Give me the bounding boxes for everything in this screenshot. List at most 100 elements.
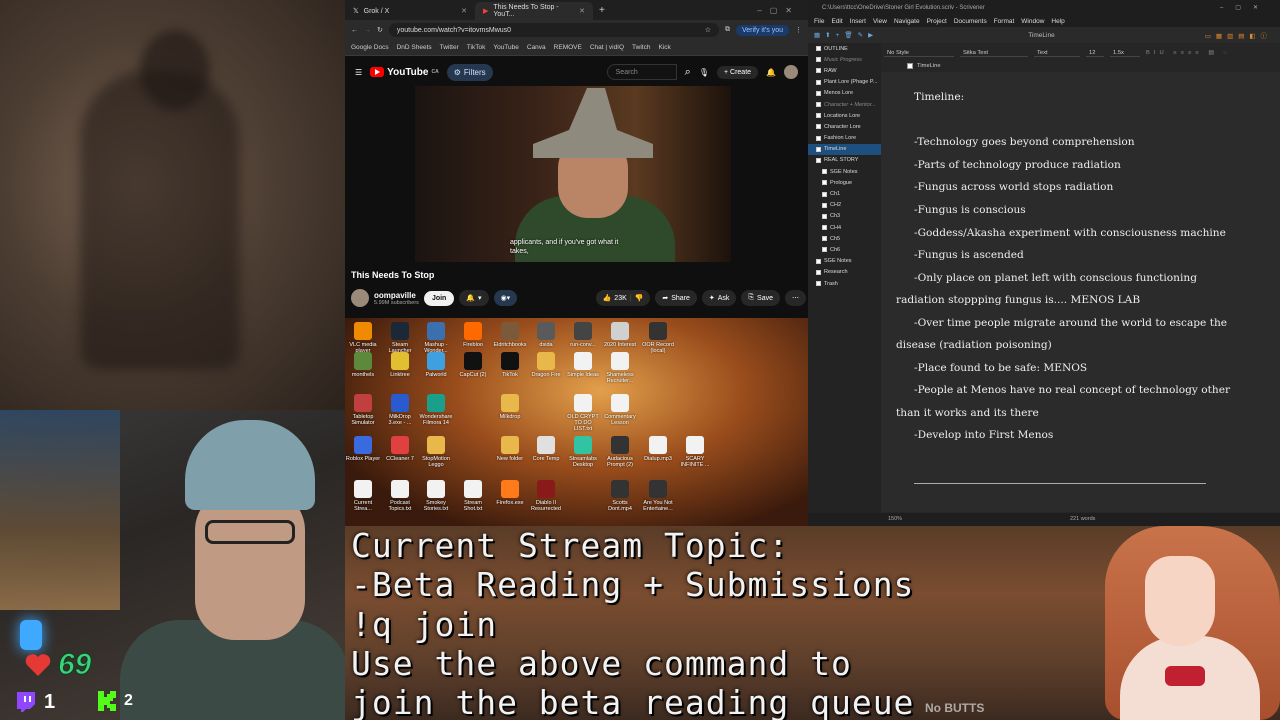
bookmark-4[interactable]: YouTube bbox=[493, 44, 519, 51]
desktop-icon[interactable]: Dialup.mp3 bbox=[640, 436, 676, 462]
create-button[interactable]: + Create bbox=[716, 65, 759, 79]
toolbar-icons-left[interactable]: ▦⬆+🗑✎▶ bbox=[814, 31, 878, 39]
bookmark-9[interactable]: Kick bbox=[658, 44, 670, 51]
binder-item[interactable]: Music Progress bbox=[808, 54, 881, 65]
desktop-icon[interactable]: run-conv... bbox=[565, 322, 601, 348]
desktop-icon[interactable]: Eldritchbooks bbox=[492, 322, 528, 348]
join-button[interactable]: Join bbox=[423, 290, 455, 306]
desktop-icon[interactable]: TikTok bbox=[492, 352, 528, 378]
desktop-icon[interactable]: OLD CRYPT TO DO LIST.txt bbox=[565, 394, 601, 432]
desktop-icon[interactable]: StopMotion Leggo bbox=[418, 436, 454, 468]
binder-item[interactable]: RAW bbox=[808, 65, 881, 76]
subscribed-bell-button[interactable]: 🔔 ▾ bbox=[459, 290, 489, 306]
extension-button[interactable]: ◉▾ bbox=[493, 290, 518, 306]
desktop-icon[interactable]: SCARY INFINITE ... bbox=[677, 436, 713, 468]
binder-item[interactable]: Fashion Lore bbox=[808, 133, 881, 144]
new-tab-button[interactable]: + bbox=[599, 5, 605, 16]
bookmark-2[interactable]: Twitter bbox=[440, 44, 459, 51]
search-icon[interactable]: ⌕ bbox=[685, 66, 691, 79]
style-select[interactable]: No Style bbox=[884, 50, 954, 57]
desktop-icon[interactable]: Streamlabs Desktop bbox=[565, 436, 601, 468]
desktop-icon[interactable]: Dragon Fire bbox=[528, 352, 564, 378]
desktop-icon[interactable]: Shameless Recruiter... bbox=[602, 352, 638, 384]
binder-item[interactable]: Plant Lore (Phage P... bbox=[808, 77, 881, 88]
back-icon[interactable]: ← bbox=[351, 27, 358, 34]
desktop-icon[interactable]: Tabletop Simulator bbox=[345, 394, 381, 426]
binder-item[interactable]: SGE Notes bbox=[808, 166, 881, 177]
binder-item[interactable]: CH4 bbox=[808, 222, 881, 233]
star-icon[interactable]: ☆ bbox=[705, 26, 711, 34]
desktop-icon[interactable]: Scotts Dont.mp4 bbox=[602, 480, 638, 512]
thumbs-down-icon[interactable]: 👎 bbox=[635, 294, 644, 302]
binder-item[interactable]: Character + Mentor... bbox=[808, 99, 881, 110]
desktop-icon[interactable]: Wondershare Filmora 14 bbox=[418, 394, 454, 426]
bookmark-5[interactable]: Canva bbox=[527, 44, 546, 51]
binder-item[interactable]: OUTLINE bbox=[808, 43, 881, 54]
close-icon[interactable]: ✕ bbox=[579, 7, 585, 15]
line-spacing-select[interactable]: 1.5x bbox=[1110, 50, 1140, 57]
bookmark-7[interactable]: Chat | vidIQ bbox=[590, 44, 624, 51]
ask-button[interactable]: ✦ Ask bbox=[701, 290, 737, 306]
binder-item[interactable]: Ch1 bbox=[808, 188, 881, 199]
tab-youtube[interactable]: ▶ This Needs To Stop - YouT... ✕ bbox=[475, 2, 593, 20]
bookmark-8[interactable]: Twitch bbox=[632, 44, 650, 51]
search-input[interactable]: Search bbox=[606, 64, 677, 80]
url-field[interactable]: youtube.com/watch?v=itovmsMwus0 ☆ bbox=[388, 23, 719, 37]
verify-button[interactable]: Verify it's you bbox=[735, 24, 789, 36]
desktop-icon[interactable]: Firebloo bbox=[455, 322, 491, 348]
youtube-logo[interactable]: YouTube CA bbox=[370, 67, 439, 78]
desktop-icon[interactable]: Smokey Stories.txt bbox=[418, 480, 454, 512]
desktop-icon[interactable]: Current Strea... bbox=[345, 480, 381, 512]
desktop-icon[interactable]: CapCut (2) bbox=[455, 352, 491, 378]
filters-button[interactable]: ⚙ Filters bbox=[446, 63, 493, 81]
window-controls[interactable]: –▢✕ bbox=[1220, 4, 1270, 11]
desktop-icon[interactable]: dsida bbox=[528, 322, 564, 348]
desktop-icon[interactable]: 2020 Interest bbox=[602, 322, 638, 348]
binder-item[interactable]: Trash bbox=[808, 278, 881, 289]
channel-avatar[interactable] bbox=[351, 289, 369, 307]
text-editor[interactable]: Timeline: -Technology goes beyond compre… bbox=[881, 72, 1280, 512]
bookmark-0[interactable]: Google Docs bbox=[351, 44, 389, 51]
binder-item[interactable]: Ch3 bbox=[808, 211, 881, 222]
menu-help[interactable]: Help bbox=[1051, 18, 1064, 25]
binder-item[interactable]: TimeLine bbox=[808, 143, 881, 155]
menu-icon[interactable]: ⋮ bbox=[795, 26, 802, 34]
bell-icon[interactable]: 🔔 bbox=[766, 68, 776, 77]
font-size-select[interactable]: 12 bbox=[1086, 50, 1104, 57]
binder-item[interactable]: REAL STORY bbox=[808, 155, 881, 166]
desktop-icon[interactable]: Are You Not Entertaine... bbox=[640, 480, 676, 512]
menu-window[interactable]: Window bbox=[1021, 18, 1044, 25]
toolbar-icons-right[interactable]: ▭▦▥▤◧ⓘ bbox=[1205, 30, 1272, 40]
bookmark-1[interactable]: DnD Sheets bbox=[397, 44, 432, 51]
format-icons[interactable]: BIU ≡≡≡≡ ▤ ◌ bbox=[1146, 50, 1231, 56]
binder-item[interactable]: Research bbox=[808, 267, 881, 278]
desktop-icon[interactable]: Palworld bbox=[418, 352, 454, 378]
desktop-icon[interactable]: New folder bbox=[492, 436, 528, 462]
desktop-icon[interactable]: Steam Launcher bbox=[382, 322, 418, 354]
binder-item[interactable]: Character Lore bbox=[808, 121, 881, 132]
desktop-icon[interactable]: Commentary Lesson bbox=[602, 394, 638, 426]
desktop-icon[interactable]: OOR Record (local) bbox=[640, 322, 676, 354]
binder-item[interactable]: Ch5 bbox=[808, 233, 881, 244]
desktop-icon[interactable]: Diablo II Resurrected bbox=[528, 480, 564, 512]
menu-insert[interactable]: Insert bbox=[850, 18, 866, 25]
binder-item[interactable]: Ch6 bbox=[808, 244, 881, 255]
menu-project[interactable]: Project bbox=[927, 18, 947, 25]
desktop-icon[interactable]: Audacious Prompt (2) bbox=[602, 436, 638, 468]
binder-item[interactable]: CH2 bbox=[808, 200, 881, 211]
desktop-icon[interactable]: Milkdrop bbox=[492, 394, 528, 420]
binder-item[interactable]: Menos Lore bbox=[808, 88, 881, 99]
video-player[interactable]: applicants, and if you've got what it ta… bbox=[415, 86, 731, 262]
desktop-icon[interactable]: VLC media player bbox=[345, 322, 381, 354]
desktop-icon[interactable]: CCleaner 7 bbox=[382, 436, 418, 462]
mic-icon[interactable]: 🎙 bbox=[699, 68, 709, 77]
desktop-icon[interactable]: Firefox.exe bbox=[492, 480, 528, 506]
zoom-level[interactable]: 150% bbox=[888, 516, 902, 522]
desktop-icon[interactable]: Mashup - Wonder... bbox=[418, 322, 454, 354]
window-controls[interactable]: –▢✕ bbox=[757, 6, 800, 15]
bookmark-6[interactable]: REMOVE bbox=[554, 44, 582, 51]
desktop-icon[interactable]: Linktree bbox=[382, 352, 418, 378]
desktop-icon[interactable]: Simple Ideas bbox=[565, 352, 601, 378]
hamburger-icon[interactable]: ☰ bbox=[355, 68, 362, 77]
forward-icon[interactable]: → bbox=[364, 27, 371, 34]
